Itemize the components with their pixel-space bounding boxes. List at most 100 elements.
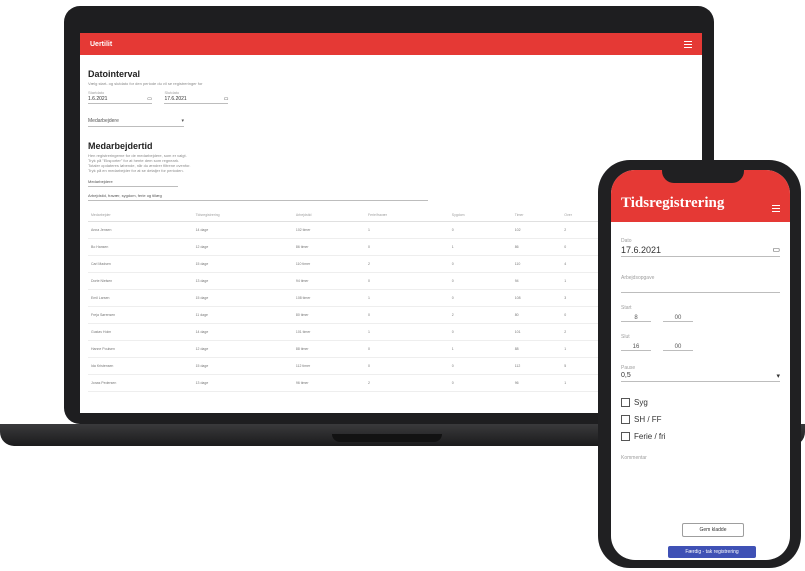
date-interval-title: Datointerval xyxy=(88,69,141,79)
column-header[interactable]: Ferie/fravær xyxy=(364,209,449,222)
desktop-app-title: Uertilit xyxy=(90,40,113,48)
column-header[interactable]: Arbejdstid xyxy=(292,209,365,222)
table-cell: 80 timer xyxy=(292,306,365,324)
column-header[interactable]: Medarbejder xyxy=(88,209,193,222)
table-cell: 12 dage xyxy=(192,340,293,358)
table-cell: 94 timer xyxy=(292,272,365,290)
checkbox-holiday[interactable]: Ferie / fri xyxy=(621,432,780,441)
table-cell: 86 xyxy=(511,238,562,256)
table-cell: 0 xyxy=(448,255,512,273)
table-cell: 88 timer xyxy=(292,340,365,358)
employee-select-value: Medarbejdere xyxy=(88,118,119,124)
start-date-value: 1.6.2021 xyxy=(88,96,108,102)
table-cell: 94 xyxy=(511,272,562,290)
table-cell: 0 xyxy=(364,306,449,324)
laptop-notch xyxy=(332,434,442,442)
checkbox-label: Ferie / fri xyxy=(634,432,666,441)
start-hour-select[interactable]: 8 xyxy=(621,315,651,322)
table-cell: 0 xyxy=(448,374,512,392)
table-cell: 0 xyxy=(448,289,512,307)
table-cell: 1 xyxy=(364,323,449,341)
checkbox-icon[interactable] xyxy=(621,432,630,441)
calendar-icon[interactable]: ▭ xyxy=(147,96,152,102)
checkbox-sh-ff[interactable]: SH / FF xyxy=(621,415,780,424)
table-cell: 108 timer xyxy=(292,289,365,307)
mobile-app-title: Tidsregistrering xyxy=(621,195,725,211)
table-cell: 2 xyxy=(364,255,449,273)
table-cell: 14 dage xyxy=(192,221,293,239)
employee-time-title: Medarbejdertid xyxy=(88,141,153,151)
chevron-down-icon: ▾ xyxy=(181,118,184,124)
end-date-value: 17.6.2021 xyxy=(164,96,187,102)
table-cell: 86 timer xyxy=(292,238,365,256)
table-cell: 12 dage xyxy=(192,238,293,256)
table-cell: Dorte Nielsen xyxy=(88,272,193,290)
category-filter-field[interactable]: Arbejdstid, fravær, sygdom, ferie og til… xyxy=(88,191,428,201)
table-cell: 15 dage xyxy=(192,357,293,375)
table-cell: 13 dage xyxy=(192,272,293,290)
table-cell: 101 xyxy=(511,323,562,341)
pause-select[interactable]: Pause 0,5 ▾ xyxy=(621,365,780,382)
checkbox-label: Syg xyxy=(634,398,648,407)
table-cell: 1 xyxy=(448,238,512,256)
checkbox-sick[interactable]: Syg xyxy=(621,398,780,407)
table-cell: Bo Hansen xyxy=(88,238,193,256)
table-cell: 96 timer xyxy=(292,374,365,392)
checkbox-icon[interactable] xyxy=(621,398,630,407)
phone-notch xyxy=(662,163,744,183)
table-cell: 0 xyxy=(364,272,449,290)
end-hour-select[interactable]: 16 xyxy=(621,344,651,351)
menu-icon[interactable] xyxy=(684,40,692,48)
start-label: Start xyxy=(621,305,632,311)
table-cell: 101 timer xyxy=(292,323,365,341)
column-header[interactable]: Sygdom xyxy=(448,209,512,222)
employee-select[interactable]: Medarbejdere ▾ xyxy=(88,116,184,127)
table-cell: 1 xyxy=(448,340,512,358)
end-minute-select[interactable]: 00 xyxy=(663,344,693,351)
table-cell: 88 xyxy=(511,340,562,358)
table-cell: 0 xyxy=(364,238,449,256)
checkbox-label: SH / FF xyxy=(634,415,662,424)
table-cell: 13 dage xyxy=(192,374,293,392)
calendar-icon[interactable]: ▭ xyxy=(772,245,780,255)
table-cell: 102 xyxy=(511,221,562,239)
table-cell: 112 xyxy=(511,357,562,375)
table-cell: 14 dage xyxy=(192,323,293,341)
table-cell: 0 xyxy=(364,340,449,358)
task-field[interactable]: Arbejdsopgave xyxy=(621,275,780,293)
table-cell: Freja Sørensen xyxy=(88,306,193,324)
table-cell: 96 xyxy=(511,374,562,392)
pause-value: 0,5 xyxy=(621,372,631,379)
start-minute-select[interactable]: 00 xyxy=(663,315,693,322)
submit-registration-button[interactable]: Færdig - tak registrering xyxy=(668,546,756,558)
start-date-field[interactable]: Startdato 1.6.2021 ▭ xyxy=(88,90,152,104)
menu-icon[interactable] xyxy=(772,205,780,212)
save-draft-button[interactable]: Gem kladde xyxy=(682,523,744,537)
calendar-icon[interactable]: ▭ xyxy=(224,96,229,102)
table-cell: 0 xyxy=(364,357,449,375)
table-cell: 108 xyxy=(511,289,562,307)
table-cell: Jonas Pedersen xyxy=(88,374,193,392)
table-cell: 112 timer xyxy=(292,357,365,375)
date-interval-hint: Vælg start- og slutdato for den periode … xyxy=(88,81,203,86)
column-header[interactable]: Timer xyxy=(511,209,562,222)
end-label: Slut xyxy=(621,334,630,340)
comment-label: Kommentar xyxy=(621,455,647,461)
end-date-field[interactable]: Slutdato 17.6.2021 ▭ xyxy=(164,90,229,104)
table-cell: 0 xyxy=(448,357,512,375)
table-cell: 15 dage xyxy=(192,255,293,273)
table-cell: 11 dage xyxy=(192,306,293,324)
table-cell: Carl Madsen xyxy=(88,255,193,273)
checkbox-icon[interactable] xyxy=(621,415,630,424)
employee-filter-field[interactable]: Medarbejdere xyxy=(88,177,178,187)
table-cell: 0 xyxy=(448,221,512,239)
table-cell: 1 xyxy=(364,289,449,307)
table-cell: 102 timer xyxy=(292,221,365,239)
desktop-app-bar: Uertilit xyxy=(80,33,702,55)
date-value: 17.6.2021 xyxy=(621,245,662,255)
table-cell: 0 xyxy=(448,272,512,290)
table-cell: 15 dage xyxy=(192,289,293,307)
column-header[interactable]: Tidsregistrering xyxy=(192,209,293,222)
date-field[interactable]: Dato 17.6.2021 ▭ xyxy=(621,238,780,257)
end-time: Slut 16 00 xyxy=(621,334,780,351)
